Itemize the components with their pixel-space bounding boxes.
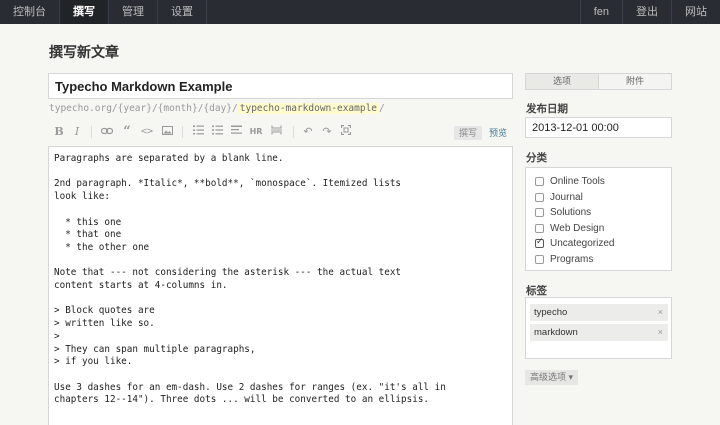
publish-date-input[interactable]	[525, 117, 672, 138]
markdown-editor[interactable]: Paragraphs are separated by a blank line…	[48, 146, 513, 425]
category-item-label: Web Design	[550, 222, 605, 234]
tag-chip: typecho ×	[530, 304, 668, 321]
nav-dashboard[interactable]: 控制台	[0, 0, 60, 24]
category-item[interactable]: Programs	[535, 252, 593, 266]
tab-write[interactable]: 撰写	[454, 126, 483, 140]
permalink-prefix: typecho.org/{year}/{month}/{day}/	[49, 103, 238, 114]
tags-label: 标签	[526, 285, 547, 297]
category-checkbox[interactable]	[535, 237, 544, 248]
category-item[interactable]: Solutions	[535, 205, 591, 219]
category-item-label: Programs	[550, 253, 594, 265]
ordered-list-icon[interactable]	[190, 124, 206, 140]
tag-chip: markdown ×	[530, 324, 668, 341]
close-icon[interactable]: ×	[658, 304, 663, 321]
link-icon[interactable]	[99, 124, 115, 140]
permalink-suffix: /	[379, 103, 385, 114]
category-list: Online Tools Journal Solutions Web Desig…	[525, 167, 672, 271]
quote-icon[interactable]: “	[119, 124, 135, 140]
permalink: typecho.org/{year}/{month}/{day}/typecho…	[49, 103, 385, 114]
toolbar-divider	[182, 126, 183, 138]
horizontal-rule-icon[interactable]: HR	[248, 124, 264, 140]
tab-attachments[interactable]: 附件	[599, 74, 671, 89]
image-icon[interactable]	[159, 124, 175, 140]
advanced-options-button[interactable]: 高级选项 ▾	[525, 370, 579, 385]
nav-manage[interactable]: 管理	[109, 0, 158, 24]
category-item-label: Uncategorized	[550, 237, 615, 249]
editor-toolbar: B I “ <> HR ↶ ↷ 撰写 预览	[48, 124, 513, 142]
tags-input[interactable]: typecho × markdown ×	[525, 297, 672, 359]
nav-website[interactable]: 网站	[671, 0, 720, 24]
category-item[interactable]: Web Design	[535, 221, 604, 235]
user-nav: fen 登出 网站	[579, 0, 720, 24]
nav-settings[interactable]: 设置	[158, 0, 207, 24]
category-label: 分类	[526, 152, 547, 164]
page-title: 撰写新文章	[49, 44, 119, 60]
tag-label: typecho	[534, 307, 568, 318]
sidebar-tabs: 选项 附件	[525, 73, 672, 90]
tab-preview[interactable]: 预览	[489, 126, 507, 140]
nav-logout[interactable]: 登出	[622, 0, 671, 24]
category-item-label: Journal	[550, 191, 583, 203]
category-item-label: Solutions	[550, 206, 592, 218]
category-item-label: Online Tools	[550, 175, 605, 187]
editor-content[interactable]: Paragraphs are separated by a blank line…	[54, 153, 507, 407]
category-checkbox[interactable]	[535, 176, 544, 186]
category-item[interactable]: Uncategorized	[535, 236, 614, 250]
fullscreen-icon[interactable]	[338, 124, 354, 140]
italic-icon[interactable]: I	[69, 124, 85, 140]
nav-write[interactable]: 撰写	[60, 0, 109, 24]
post-title-input[interactable]	[48, 73, 513, 99]
bold-icon[interactable]: B	[51, 124, 67, 140]
undo-icon[interactable]: ↶	[300, 124, 316, 140]
category-checkbox[interactable]	[535, 223, 544, 233]
category-checkbox[interactable]	[535, 192, 544, 202]
code-icon[interactable]: <>	[139, 124, 155, 140]
more-icon[interactable]	[268, 124, 284, 140]
category-checkbox[interactable]	[535, 207, 544, 217]
redo-icon[interactable]: ↷	[319, 124, 335, 140]
toolbar-divider	[91, 126, 92, 138]
heading-icon[interactable]	[228, 124, 244, 140]
category-item[interactable]: Online Tools	[535, 174, 605, 188]
unordered-list-icon[interactable]	[209, 124, 225, 140]
tag-label: markdown	[534, 327, 578, 338]
top-bar: 控制台 撰写 管理 设置 fen 登出 网站	[0, 0, 720, 24]
toolbar-divider	[293, 126, 294, 138]
main-nav: 控制台 撰写 管理 设置	[0, 0, 207, 24]
close-icon[interactable]: ×	[658, 324, 663, 341]
category-item[interactable]: Journal	[535, 190, 583, 204]
publish-date-label: 发布日期	[526, 103, 568, 115]
nav-user[interactable]: fen	[579, 0, 622, 24]
category-checkbox[interactable]	[535, 254, 544, 264]
permalink-slug[interactable]: typecho-markdown-example	[237, 103, 380, 114]
tab-options[interactable]: 选项	[526, 74, 599, 89]
